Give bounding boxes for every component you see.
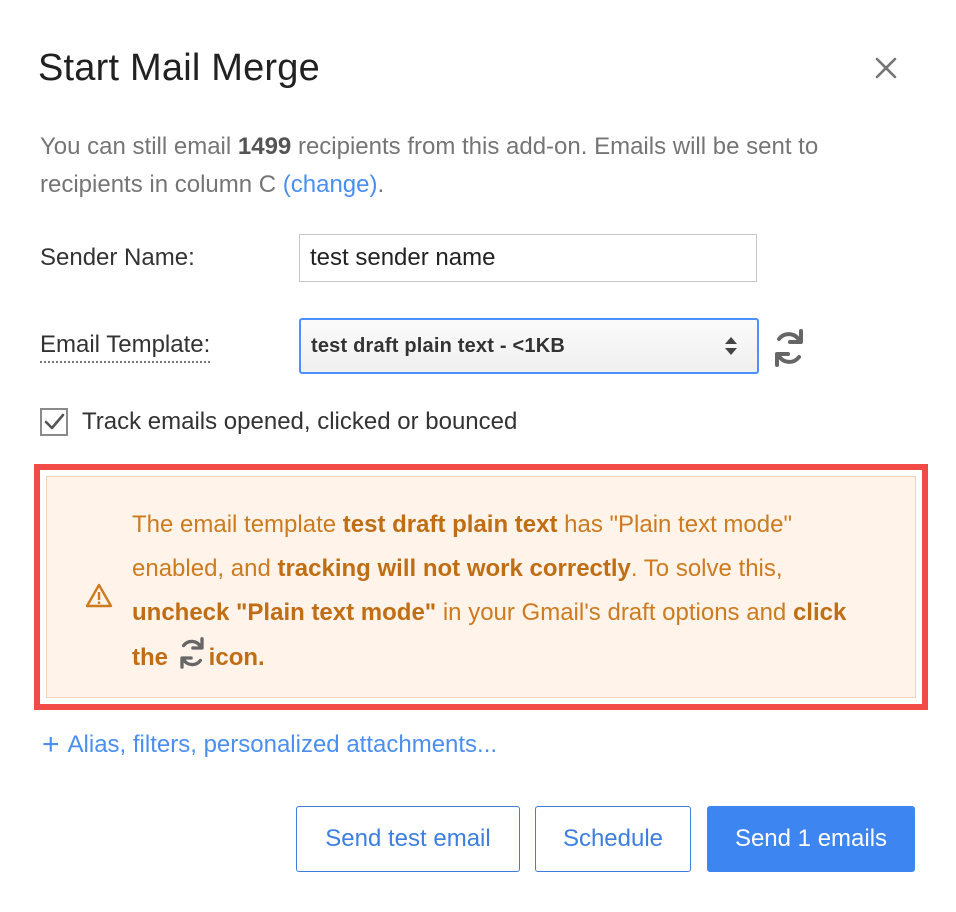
more-options-link[interactable]: + Alias, filters, personalized attachmen… <box>42 730 497 760</box>
template-selected-value: test draft plain text - <1KB <box>311 334 565 357</box>
warning-template-name: test draft plain text <box>342 511 558 538</box>
warning-text-1: The email template <box>132 511 343 538</box>
warning-message: The email template test draft plain text… <box>132 503 872 680</box>
email-template-label[interactable]: Email Template: <box>40 330 211 363</box>
refresh-icon <box>180 637 204 669</box>
warning-highlight-frame: The email template test draft plain text… <box>34 464 928 710</box>
warning-text-3: . To solve this, <box>630 555 783 582</box>
checkmark-icon <box>44 413 65 430</box>
refresh-icon <box>775 329 803 367</box>
email-template-select[interactable]: test draft plain text - <1KB <box>299 318 759 374</box>
refresh-templates-button[interactable] <box>770 326 808 370</box>
send-emails-button[interactable]: Send 1 emails <box>707 806 915 872</box>
close-button[interactable] <box>866 48 906 88</box>
send-test-email-button[interactable]: Send test email <box>296 806 520 872</box>
track-emails-checkbox[interactable] <box>40 408 68 436</box>
close-icon <box>875 57 897 79</box>
updown-arrows-icon <box>725 337 737 355</box>
warning-triangle-icon <box>85 583 113 608</box>
plain-text-warning: The email template test draft plain text… <box>46 476 916 698</box>
track-emails-option[interactable]: Track emails opened, clicked or bounced <box>40 408 517 436</box>
warning-tracking-note: tracking will not work correctly <box>277 555 631 582</box>
change-column-link[interactable]: (change) <box>283 171 378 198</box>
warning-icon-word: icon. <box>208 644 265 671</box>
intro-text-1: You can still email <box>40 133 238 160</box>
sender-name-input[interactable]: test sender name <box>299 234 757 282</box>
track-emails-label: Track emails opened, clicked or bounced <box>82 408 518 435</box>
intro-period: . <box>377 171 385 198</box>
more-options-label: Alias, filters, personalized attachments… <box>67 731 498 758</box>
plus-icon: + <box>42 728 60 761</box>
recipients-info: You can still email 1499 recipients from… <box>40 128 920 204</box>
schedule-button[interactable]: Schedule <box>535 806 691 872</box>
sender-name-label: Sender Name: <box>40 244 195 271</box>
warning-text-4: in your Gmail's draft options and <box>436 599 793 626</box>
dialog-title: Start Mail Merge <box>38 47 320 89</box>
warning-uncheck-instruction: uncheck "Plain text mode" <box>132 599 437 626</box>
mail-merge-dialog: Start Mail Merge You can still email 149… <box>0 0 956 912</box>
remaining-count: 1499 <box>237 133 292 160</box>
